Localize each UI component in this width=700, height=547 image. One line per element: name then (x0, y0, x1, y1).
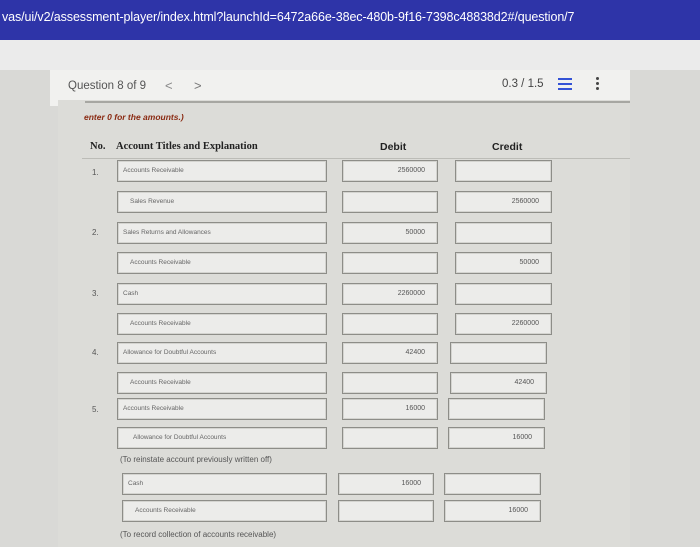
explanation-note: (To record collection of accounts receiv… (120, 530, 277, 539)
account-field[interactable]: Cash (117, 283, 327, 305)
header-no: No. (90, 141, 106, 152)
debit-field[interactable] (342, 252, 438, 274)
credit-field[interactable]: 16000 (448, 427, 545, 449)
account-field[interactable]: Accounts Receivable (117, 252, 327, 274)
debit-field[interactable] (338, 500, 434, 522)
credit-field[interactable] (444, 473, 541, 495)
credit-field[interactable]: 2560000 (455, 191, 552, 213)
account-field[interactable]: Sales Revenue (117, 191, 327, 213)
entry-number: 5. (92, 405, 99, 414)
account-field[interactable]: Allowance for Doubtful Accounts (117, 427, 327, 449)
header-rule (82, 158, 630, 159)
account-field[interactable]: Accounts Receivable (122, 500, 327, 522)
more-vertical-icon[interactable] (596, 77, 600, 91)
credit-field[interactable]: 2260000 (455, 313, 552, 335)
list-icon[interactable] (558, 78, 572, 90)
account-field[interactable]: Cash (122, 473, 327, 495)
browser-url-bar[interactable]: vas/ui/v2/assessment-player/index.html?l… (0, 0, 700, 40)
header-debit: Debit (380, 141, 407, 153)
credit-field[interactable] (455, 160, 552, 182)
question-label: Question 8 of 9 (68, 80, 146, 92)
entry-number: 3. (92, 289, 99, 298)
score-display: 0.3 / 1.5 (502, 78, 544, 90)
account-field[interactable]: Accounts Receivable (117, 398, 327, 420)
account-field[interactable]: Allowance for Doubtful Accounts (117, 342, 327, 364)
credit-field[interactable]: 50000 (455, 252, 552, 274)
credit-field[interactable] (448, 398, 545, 420)
credit-field[interactable] (450, 342, 547, 364)
entry-number: 2. (92, 228, 99, 237)
header-band (0, 40, 700, 70)
debit-field[interactable] (342, 191, 438, 213)
entry-number: 4. (92, 348, 99, 357)
debit-field[interactable]: 2560000 (342, 160, 438, 182)
explanation-note: (To reinstate account previously written… (120, 455, 272, 464)
debit-field[interactable] (342, 313, 438, 335)
header-account: Account Titles and Explanation (116, 141, 258, 152)
content-divider (85, 101, 630, 103)
debit-field[interactable] (342, 372, 438, 394)
entry-number: 1. (92, 168, 99, 177)
url-text[interactable]: vas/ui/v2/assessment-player/index.html?l… (2, 10, 575, 24)
debit-field[interactable]: 16000 (342, 398, 438, 420)
instruction-text: enter 0 for the amounts.) (84, 112, 184, 122)
credit-field[interactable]: 42400 (450, 372, 547, 394)
account-field[interactable]: Accounts Receivable (117, 313, 327, 335)
debit-field[interactable]: 2260000 (342, 283, 438, 305)
debit-field[interactable]: 42400 (342, 342, 438, 364)
credit-field[interactable] (455, 222, 552, 244)
next-question-button[interactable]: > (194, 78, 202, 93)
debit-field[interactable] (342, 427, 438, 449)
credit-field[interactable] (455, 283, 552, 305)
previous-question-button[interactable]: < (165, 78, 173, 93)
header-credit: Credit (492, 141, 523, 153)
account-field[interactable]: Sales Returns and Allowances (117, 222, 327, 244)
credit-field[interactable]: 16000 (444, 500, 541, 522)
debit-field[interactable]: 50000 (342, 222, 438, 244)
account-field[interactable]: Accounts Receivable (117, 372, 327, 394)
account-field[interactable]: Accounts Receivable (117, 160, 327, 182)
debit-field[interactable]: 16000 (338, 473, 434, 495)
